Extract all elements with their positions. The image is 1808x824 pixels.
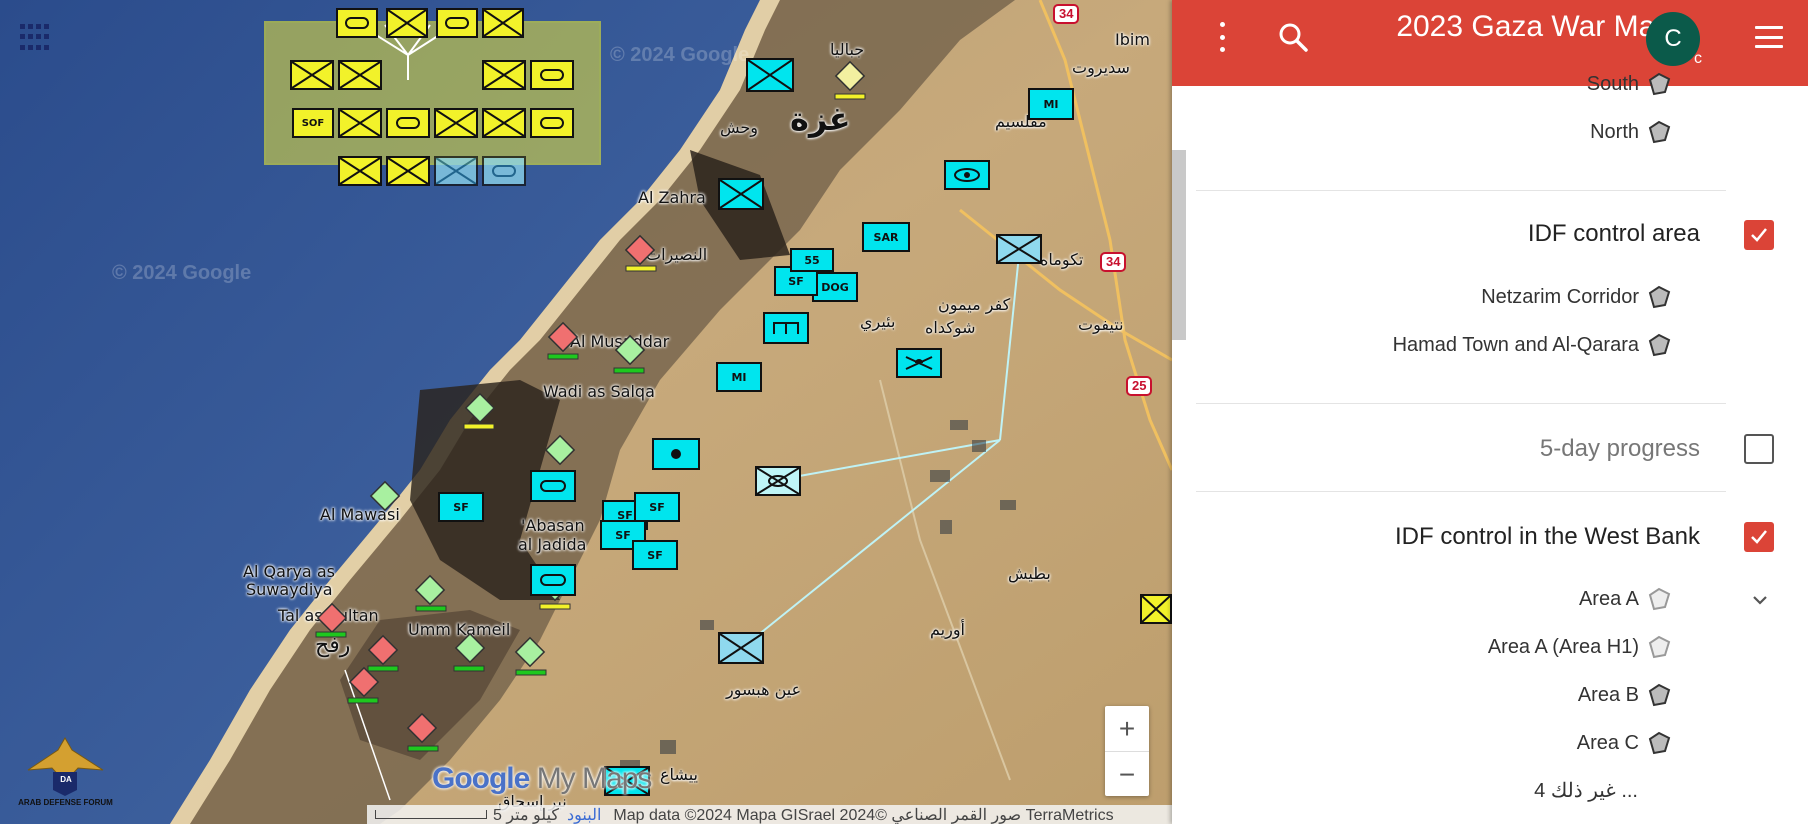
zoom-in-button[interactable]: + xyxy=(1105,706,1149,751)
layer-item-label: Area B xyxy=(1577,683,1639,706)
forum-logo-letters: DA xyxy=(60,775,72,784)
checkmark-icon xyxy=(1751,530,1767,544)
layer-item-south[interactable]: South xyxy=(1587,70,1673,98)
militia-bar-4 xyxy=(315,631,347,638)
hostile-marker-3 xyxy=(316,602,348,634)
layer-item-label: North xyxy=(1590,120,1639,143)
layer-item-label: Netzarim Corridor xyxy=(1481,285,1639,308)
checkbox-idf-control-area[interactable] xyxy=(1744,220,1774,250)
divider xyxy=(1196,190,1726,191)
checkmark-icon xyxy=(1751,228,1767,242)
chevron-down-icon[interactable] xyxy=(1750,590,1770,610)
map-data-credit: Map data ©2024 Mapa GISrael 2024© صور ال… xyxy=(613,806,1114,824)
militia-bar-7 xyxy=(515,669,547,676)
polygon-style-icon[interactable] xyxy=(1645,633,1673,661)
unit-mech[interactable] xyxy=(530,564,576,596)
map-canvas[interactable]: © 2024 Google © 2024 Google غزة جباليا I… xyxy=(0,0,1172,824)
divider xyxy=(1196,403,1726,404)
layer-item-area-a[interactable]: Area A xyxy=(1579,585,1673,613)
polygon-style-icon[interactable] xyxy=(1645,729,1673,757)
forum-logo-text: ARAB DEFENSE FORUM xyxy=(18,798,113,807)
layer-item-area-c[interactable]: Area C xyxy=(1577,729,1673,757)
hostile-marker-4 xyxy=(367,634,399,666)
polygon-style-icon[interactable] xyxy=(1645,118,1673,146)
militia-bar-yellow-2 xyxy=(463,423,495,430)
layer-item-label: Area A (Area H1) xyxy=(1487,635,1639,658)
panel-scrollbar[interactable] xyxy=(1172,150,1186,340)
militia-bar-5 xyxy=(367,665,399,672)
search-icon[interactable] xyxy=(1276,20,1310,54)
google-logo-text: Google xyxy=(432,762,530,795)
layer-item-area-b[interactable]: Area B xyxy=(1578,681,1673,709)
layer-item-hamad-town[interactable]: Hamad Town and Al-Qarara xyxy=(1393,331,1673,359)
terms-link[interactable]: البنود xyxy=(567,805,601,824)
legend-panel: 2023 Gaza War Map c C South North IDF co… xyxy=(1172,0,1808,824)
layer-item-label: South xyxy=(1586,72,1639,95)
layer-item-label: 4 غير ذلك ... xyxy=(1534,780,1638,802)
layer-item-north[interactable]: North xyxy=(1590,118,1673,146)
map-title: 2023 Gaza War Map xyxy=(1396,10,1672,43)
scale-label: 5 كيلو متر xyxy=(493,806,560,824)
layer-item-label: Hamad Town and Al-Qarara xyxy=(1392,333,1639,356)
militia-marker-8 xyxy=(514,636,546,668)
militia-bar-yellow-1 xyxy=(625,265,657,272)
militia-bar-yellow-4 xyxy=(834,93,866,100)
checkbox-idf-west-bank[interactable] xyxy=(1744,522,1774,552)
militia-marker-2 xyxy=(464,392,496,424)
layer-item-label: Area C xyxy=(1576,731,1639,754)
hamburger-menu-icon[interactable] xyxy=(1755,26,1783,48)
polygon-style-icon[interactable] xyxy=(1645,331,1673,359)
hostile-marker-6 xyxy=(406,712,438,744)
panel-header: 2023 Gaza War Map c C xyxy=(1172,0,1808,86)
polygon-style-icon[interactable] xyxy=(1645,585,1673,613)
avatar[interactable]: C xyxy=(1646,12,1700,66)
layer-item-netzarim[interactable]: Netzarim Corridor xyxy=(1481,283,1673,311)
militia-bar-8 xyxy=(347,697,379,704)
zoom-out-button[interactable]: − xyxy=(1105,751,1149,797)
militia-bar-3 xyxy=(415,605,447,612)
hostile-marker-1 xyxy=(624,234,656,266)
layer-five-day-progress[interactable]: 5-day progress xyxy=(1540,435,1700,463)
map-attribution: 5 كيلو متر البنود Map data ©2024 Mapa GI… xyxy=(367,805,1172,824)
checkbox-five-day-progress[interactable] xyxy=(1744,434,1774,464)
hostile-marker-5 xyxy=(348,666,380,698)
my-maps-logo-text: My Maps xyxy=(536,762,653,795)
militia-marker-9 xyxy=(834,60,866,92)
militia-marker-1 xyxy=(614,334,646,366)
divider xyxy=(1196,491,1726,492)
layer-item-label: Area A xyxy=(1578,587,1639,610)
forum-logo: DA ARAB DEFENSE FORUM xyxy=(18,730,113,810)
polygon-style-icon[interactable] xyxy=(1645,70,1673,98)
polygon-style-icon[interactable] xyxy=(1645,681,1673,709)
scale-bar xyxy=(375,810,487,819)
polygon-style-icon[interactable] xyxy=(1645,283,1673,311)
layer-idf-west-bank[interactable]: IDF control in the West Bank xyxy=(1395,523,1700,551)
militia-marker-4 xyxy=(369,480,401,512)
militia-marker-7 xyxy=(454,632,486,664)
layer-idf-control-area[interactable]: IDF control area xyxy=(1528,220,1700,248)
militia-bar-9 xyxy=(407,745,439,752)
militia-marker-5 xyxy=(414,574,446,606)
more-options-icon[interactable] xyxy=(1217,22,1227,52)
hostile-marker-2 xyxy=(547,321,579,353)
militia-bar-6 xyxy=(453,665,485,672)
militia-bar-1 xyxy=(547,353,579,360)
layer-item-more[interactable]: 4 غير ذلك ... xyxy=(1534,778,1638,803)
militia-marker-3 xyxy=(544,434,576,466)
google-my-maps-logo: Google My Maps xyxy=(432,762,653,796)
militia-bar-yellow-3 xyxy=(539,603,571,610)
militia-bar-2 xyxy=(613,367,645,374)
militia-markers xyxy=(315,60,866,752)
mech-icon xyxy=(540,574,566,586)
zoom-control[interactable]: + − xyxy=(1105,706,1149,796)
layer-item-area-a-h1[interactable]: Area A (Area H1) xyxy=(1488,633,1673,661)
